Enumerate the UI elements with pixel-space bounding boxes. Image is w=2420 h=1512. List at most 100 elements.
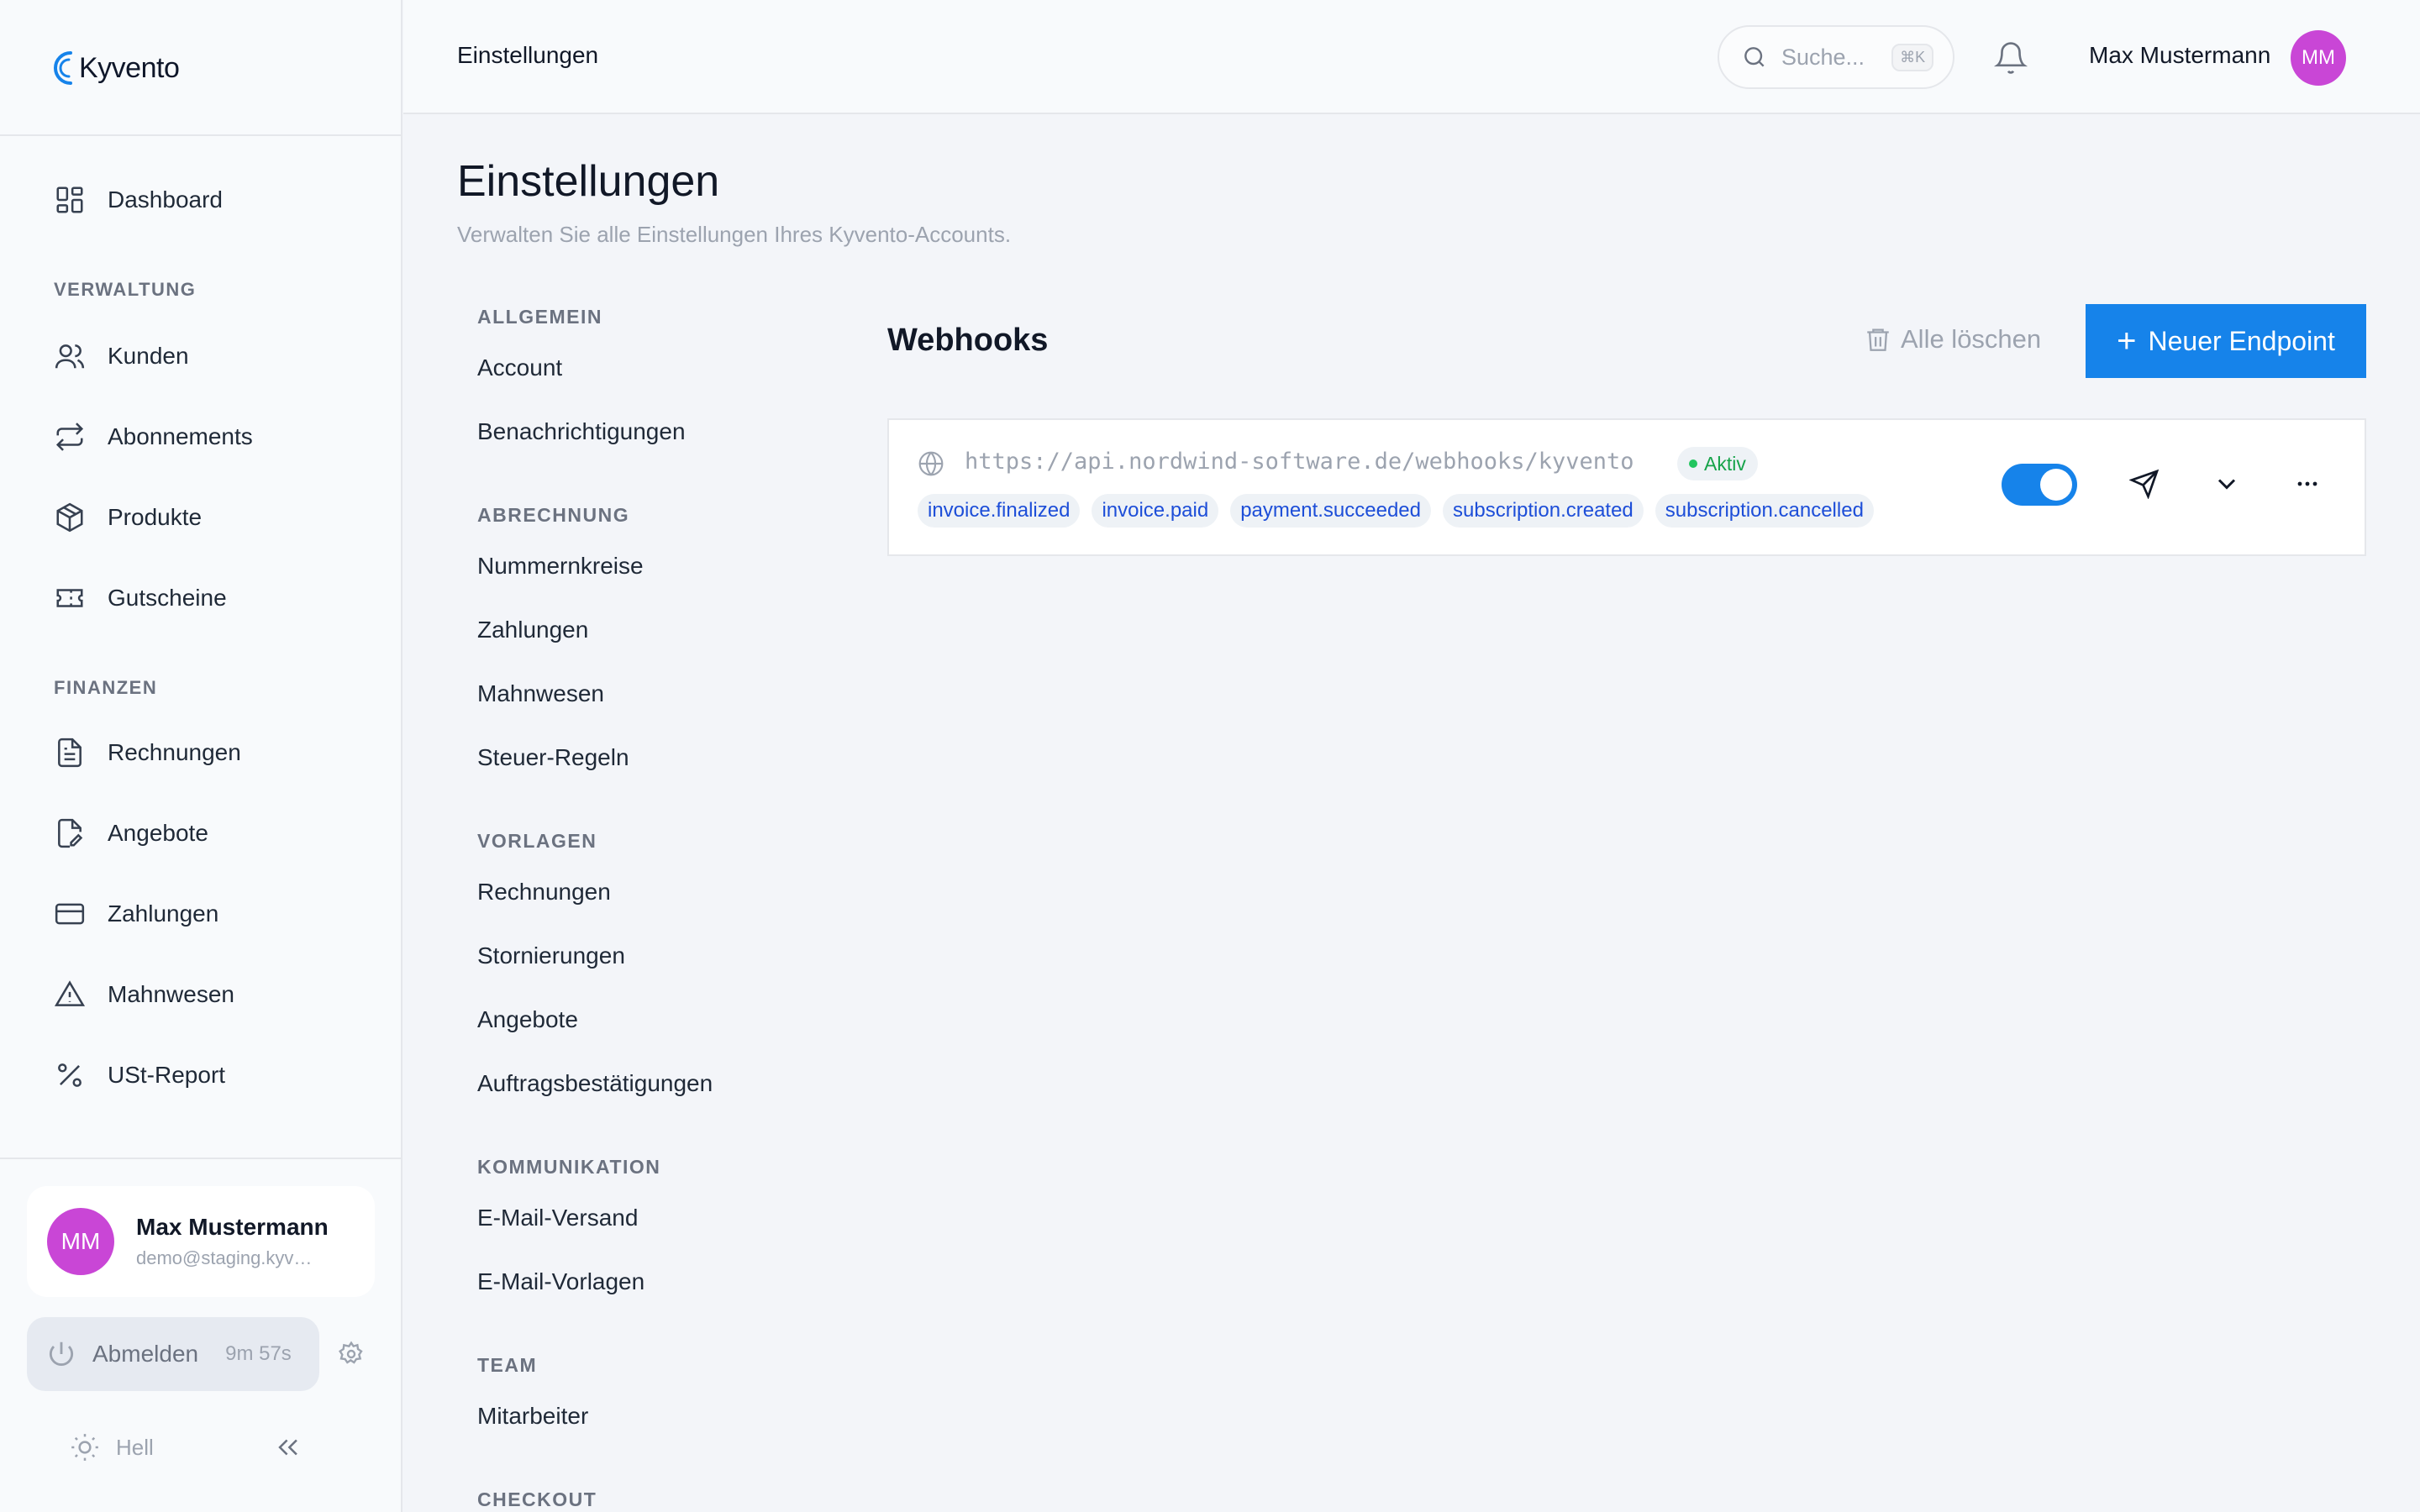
settings-item-auftragsbestaetigungen[interactable]: Auftragsbestätigungen bbox=[477, 1070, 713, 1097]
breadcrumb: Einstellungen bbox=[457, 42, 599, 68]
webhook-endpoint-card: https://api.nordwind-software.de/webhook… bbox=[887, 418, 2366, 556]
chevron-down-icon[interactable] bbox=[2212, 469, 2242, 499]
session-timer: 9m 57s bbox=[225, 1342, 292, 1365]
sidebar-item-label: Abonnements bbox=[108, 423, 253, 449]
app-name: Kyvento bbox=[79, 51, 180, 84]
plus-icon: + bbox=[2117, 323, 2137, 360]
search-icon bbox=[1744, 47, 1765, 67]
settings-item-nummernkreise[interactable]: Nummernkreise bbox=[477, 553, 644, 580]
package-icon bbox=[56, 502, 83, 533]
settings-item-angebote[interactable]: Angebote bbox=[477, 1006, 578, 1033]
file-edit-icon bbox=[58, 818, 83, 848]
clear-all-label: Alle löschen bbox=[1901, 324, 2042, 354]
settings-section-abrechnung: ABRECHNUNG bbox=[477, 504, 630, 526]
sidebar-item-label: Mahnwesen bbox=[108, 981, 234, 1007]
sidebar-item-label: Angebote bbox=[108, 820, 208, 846]
page-title: Einstellungen bbox=[457, 157, 720, 206]
status-badge: Aktiv bbox=[1677, 447, 1758, 480]
clear-all-button[interactable]: Alle löschen bbox=[1864, 324, 2041, 354]
theme-label: Hell bbox=[116, 1434, 154, 1460]
trash-icon bbox=[1867, 328, 1889, 351]
sidebar-item-abonnements[interactable]: Abonnements bbox=[54, 417, 253, 457]
logout-button[interactable]: Abmelden 9m 57s bbox=[27, 1317, 319, 1391]
sidebar-bottom-divider bbox=[0, 1158, 401, 1159]
app-logo[interactable]: Kyvento bbox=[45, 42, 180, 94]
power-icon bbox=[49, 1341, 74, 1366]
credit-card-icon bbox=[55, 903, 85, 925]
sidebar-item-label: Produkte bbox=[108, 504, 203, 530]
percent-icon bbox=[58, 1063, 82, 1087]
sidebar-item-produkte[interactable]: Produkte bbox=[54, 497, 202, 538]
sidebar-item-zahlungen[interactable]: Zahlungen bbox=[54, 894, 218, 934]
sidebar-item-label: USt-Report bbox=[108, 1062, 226, 1088]
settings-section-checkout: CHECKOUT bbox=[477, 1488, 597, 1510]
event-tags: invoice.finalized invoice.paid payment.s… bbox=[918, 494, 1886, 528]
sidebar-section-finanzen: FINANZEN bbox=[54, 677, 158, 698]
status-dot bbox=[1689, 459, 1697, 468]
repeat-icon bbox=[55, 423, 84, 451]
sidebar-item-label: Rechnungen bbox=[108, 739, 241, 765]
settings-item-zahlungen[interactable]: Zahlungen bbox=[477, 617, 588, 643]
sidebar-item-ust-report[interactable]: USt-Report bbox=[54, 1055, 225, 1095]
sidebar-item-gutscheine[interactable]: Gutscheine bbox=[54, 578, 227, 618]
event-tag: invoice.paid bbox=[1092, 494, 1219, 528]
event-tag: subscription.cancelled bbox=[1655, 494, 1874, 528]
settings-item-mahnwesen[interactable]: Mahnwesen bbox=[477, 680, 604, 707]
settings-item-account[interactable]: Account bbox=[477, 354, 562, 381]
event-tag: payment.succeeded bbox=[1230, 494, 1431, 528]
logout-label: Abmelden bbox=[92, 1341, 199, 1367]
sidebar-item-label: Dashboard bbox=[108, 186, 223, 213]
bell-icon[interactable] bbox=[1993, 40, 2028, 76]
search-input[interactable]: Suche... ⌘K bbox=[1718, 25, 1954, 89]
alert-triangle-icon bbox=[54, 980, 86, 1006]
search-shortcut: ⌘K bbox=[1891, 43, 1934, 71]
sidebar-item-angebote[interactable]: Angebote bbox=[54, 813, 208, 853]
settings-item-rechnungen[interactable]: Rechnungen bbox=[477, 879, 611, 906]
logo-icon bbox=[54, 51, 72, 85]
settings-item-email-vorlagen[interactable]: E-Mail-Vorlagen bbox=[477, 1268, 644, 1295]
top-bar: Einstellungen Suche... ⌘K Max Mustermann… bbox=[403, 0, 2420, 114]
user-name: Max Mustermann bbox=[136, 1214, 329, 1240]
settings-item-benachrichtigungen[interactable]: Benachrichtigungen bbox=[477, 418, 686, 445]
avatar[interactable]: MM bbox=[2291, 30, 2346, 86]
sidebar-item-label: Gutscheine bbox=[108, 585, 227, 611]
status-label: Aktiv bbox=[1704, 452, 1746, 475]
sidebar-item-dashboard[interactable]: Dashboard bbox=[54, 180, 223, 220]
topbar-user-name[interactable]: Max Mustermann bbox=[2089, 42, 2270, 69]
settings-item-steuer-regeln[interactable]: Steuer-Regeln bbox=[477, 744, 629, 771]
user-card[interactable]: MM Max Mustermann demo@staging.kyvent... bbox=[27, 1186, 375, 1297]
theme-toggle[interactable]: Hell bbox=[69, 1431, 154, 1463]
event-tag: invoice.finalized bbox=[918, 494, 1081, 528]
search-placeholder: Suche... bbox=[1781, 44, 1865, 70]
sidebar-item-kunden[interactable]: Kunden bbox=[54, 336, 189, 376]
sidebar-section-verwaltung: VERWALTUNG bbox=[54, 279, 197, 300]
sun-icon bbox=[71, 1434, 98, 1461]
settings-item-email-versand[interactable]: E-Mail-Versand bbox=[477, 1205, 638, 1231]
settings-section-vorlagen: VORLAGEN bbox=[477, 830, 597, 852]
sidebar-item-mahnwesen[interactable]: Mahnwesen bbox=[54, 974, 234, 1015]
collapse-sidebar-icon[interactable] bbox=[274, 1433, 302, 1462]
sidebar-item-label: Kunden bbox=[108, 343, 189, 369]
globe-icon bbox=[918, 451, 944, 476]
settings-item-mitarbeiter[interactable]: Mitarbeiter bbox=[477, 1403, 588, 1430]
sidebar-item-label: Zahlungen bbox=[108, 900, 219, 927]
endpoint-enabled-toggle[interactable] bbox=[2002, 464, 2077, 506]
sidebar-item-rechnungen[interactable]: Rechnungen bbox=[54, 732, 241, 773]
webhooks-title: Webhooks bbox=[887, 323, 1049, 358]
page-subtitle: Verwalten Sie alle Einstellungen Ihres K… bbox=[457, 222, 1012, 247]
more-horizontal-icon[interactable] bbox=[2292, 469, 2323, 499]
new-endpoint-button[interactable]: + Neuer Endpoint bbox=[2086, 304, 2366, 378]
dashboard-icon bbox=[56, 186, 83, 213]
avatar: MM bbox=[47, 1208, 114, 1275]
sidebar-divider bbox=[0, 134, 401, 136]
settings-section-kommunikation: KOMMUNIKATION bbox=[477, 1156, 661, 1178]
gear-icon[interactable] bbox=[338, 1341, 365, 1368]
toggle-knob bbox=[2040, 469, 2072, 501]
settings-item-stornierungen[interactable]: Stornierungen bbox=[477, 942, 625, 969]
sidebar: Kyvento Dashboard VERWALTUNG Kunden Abon… bbox=[0, 0, 402, 1512]
new-endpoint-label: Neuer Endpoint bbox=[2148, 325, 2335, 356]
event-tag: subscription.created bbox=[1443, 494, 1644, 528]
file-text-icon bbox=[58, 738, 82, 768]
endpoint-url: https://api.nordwind-software.de/webhook… bbox=[965, 449, 1634, 475]
send-test-icon[interactable] bbox=[2129, 469, 2160, 499]
